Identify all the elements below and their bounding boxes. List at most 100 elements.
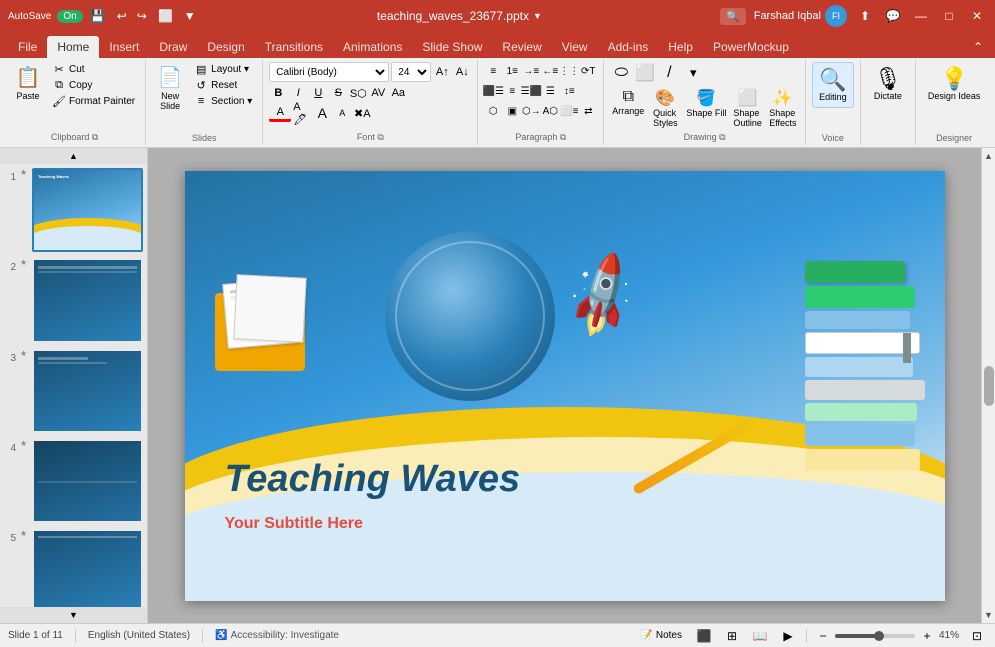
columns-button[interactable]: ⋮⋮ (560, 62, 578, 80)
paste-button[interactable]: 📋 Paste (10, 62, 46, 105)
section-button[interactable]: ≡Section ▾ (190, 94, 256, 108)
smart-art-button[interactable]: ⬡ (484, 102, 502, 120)
tab-addins[interactable]: Add-ins (598, 36, 659, 58)
increase-font-button[interactable]: A↑ (433, 63, 451, 81)
zoom-out-button[interactable]: − (815, 628, 831, 644)
slide-item-4[interactable]: 4 ★ (4, 439, 143, 523)
add-shape-button[interactable]: ▣ (503, 102, 521, 120)
slideshow-button[interactable]: ▶ (778, 626, 798, 646)
scroll-up-button[interactable]: ▲ (984, 148, 993, 164)
bullets-button[interactable]: ≡ (484, 62, 502, 80)
zoom-in-button[interactable]: + (919, 628, 935, 644)
bold-button[interactable]: B (269, 84, 287, 102)
increase-indent-button[interactable]: →≡ (522, 62, 540, 80)
text-size-sm-button[interactable]: A (333, 104, 351, 122)
shape-oval[interactable]: ⬭ (610, 62, 632, 84)
reading-view-button[interactable]: 📖 (750, 626, 770, 646)
tab-view[interactable]: View (552, 36, 598, 58)
editing-button[interactable]: 🔍 Editing (812, 62, 854, 108)
strikethrough-button[interactable]: S (329, 84, 347, 102)
title-dropdown-icon[interactable]: ▼ (533, 11, 542, 21)
text-shadow-para-button[interactable]: A⬡ (541, 102, 559, 120)
autosave-toggle[interactable]: On (57, 10, 82, 23)
cut-button[interactable]: ✂Cut (48, 62, 139, 77)
redo-button[interactable]: ↪ (133, 7, 151, 25)
presentation-view-icon[interactable]: ⬜ (157, 7, 175, 25)
scroll-down-button[interactable]: ▼ (984, 607, 993, 623)
collapse-ribbon-button[interactable]: ⌃ (969, 38, 987, 56)
slide-item-3[interactable]: 3 ★ (4, 349, 143, 433)
zoom-slider[interactable] (835, 634, 915, 638)
more-options-icon[interactable]: ▼ (181, 7, 199, 25)
zoom-level[interactable]: 41% (939, 630, 959, 641)
slide-panel-scroll-up[interactable]: ▲ (0, 148, 147, 164)
shape-outline-button[interactable]: ⬜ ShapeOutline (731, 86, 764, 130)
tab-design[interactable]: Design (197, 36, 254, 58)
copy-button[interactable]: ⧉Copy (48, 78, 139, 93)
slide-thumb-3[interactable] (32, 349, 143, 433)
decrease-indent-button[interactable]: ←≡ (541, 62, 559, 80)
numbering-button[interactable]: 1≡ (503, 62, 521, 80)
text-size-a-button[interactable]: A (313, 104, 331, 122)
save-icon[interactable]: 💾 (89, 7, 107, 25)
slide-item-1[interactable]: 1 ★ Teaching Waves (4, 168, 143, 252)
comments-button[interactable]: 💬 (883, 6, 903, 26)
slide-thumb-4[interactable] (32, 439, 143, 523)
tab-home[interactable]: Home (47, 36, 99, 58)
changecase-button[interactable]: Aa (389, 84, 407, 102)
justify-button[interactable]: ☰ (541, 82, 559, 100)
dictate-button[interactable]: 🎙 Dictate (867, 62, 909, 106)
font-name-select[interactable]: Calibri (Body) (269, 62, 389, 82)
tab-file[interactable]: File (8, 36, 47, 58)
align-right-button[interactable]: ☰⬛ (522, 82, 540, 100)
shadow-button[interactable]: S⬡ (349, 84, 367, 102)
decrease-font-button[interactable]: A↓ (453, 63, 471, 81)
tab-powermockup[interactable]: PowerMockup (703, 36, 799, 58)
scrollbar-thumb[interactable] (984, 366, 994, 406)
close-button[interactable]: ✕ (967, 6, 987, 26)
align-center-button[interactable]: ≡ (503, 82, 521, 100)
shape-fill-button[interactable]: 🪣 Shape Fill (684, 86, 728, 130)
tab-review[interactable]: Review (492, 36, 551, 58)
slide-thumb-2[interactable] (32, 258, 143, 342)
shape-effects-button[interactable]: ✨ ShapeEffects (767, 86, 799, 130)
design-ideas-button[interactable]: 💡 Design Ideas (922, 62, 987, 106)
maximize-button[interactable]: □ (939, 6, 959, 26)
align-left-button[interactable]: ⬛☰ (484, 82, 502, 100)
fit-to-window-button[interactable]: ⊡ (967, 626, 987, 646)
clear-format-button[interactable]: ✖A (353, 104, 371, 122)
slide-sorter-button[interactable]: ⊞ (722, 626, 742, 646)
undo-button[interactable]: ↩ (113, 7, 131, 25)
language-info[interactable]: English (United States) (88, 630, 190, 641)
quick-styles-button[interactable]: 🎨 QuickStyles (649, 86, 681, 130)
italic-button[interactable]: I (289, 84, 307, 102)
text-convert-button[interactable]: ⇄ (579, 102, 597, 120)
zoom-handle[interactable] (874, 631, 884, 641)
search-button[interactable]: 🔍 (720, 8, 746, 25)
format-painter-button[interactable]: 🖌Format Painter (48, 94, 139, 109)
notes-button[interactable]: 📝 Notes (636, 628, 686, 643)
font-size-select[interactable]: 24 (391, 62, 431, 82)
share-button[interactable]: ⬆ (855, 6, 875, 26)
slide-thumb-1[interactable]: Teaching Waves (32, 168, 143, 252)
convert-button[interactable]: ⬡→ (522, 102, 540, 120)
font-highlight-button[interactable]: A🖊 (293, 104, 311, 122)
slide-item-5[interactable]: 5 ★ (4, 529, 143, 607)
minimize-button[interactable]: — (911, 6, 931, 26)
tab-transitions[interactable]: Transitions (255, 36, 333, 58)
tab-insert[interactable]: Insert (99, 36, 149, 58)
tab-help[interactable]: Help (658, 36, 703, 58)
font-color-button[interactable]: A (269, 104, 291, 122)
tab-animations[interactable]: Animations (333, 36, 412, 58)
shape-line[interactable]: / (658, 62, 680, 84)
slide-item-2[interactable]: 2 ★ (4, 258, 143, 342)
normal-view-button[interactable]: ⬛ (694, 626, 714, 646)
reset-button[interactable]: ↺Reset (190, 78, 256, 93)
new-slide-button[interactable]: 📄 NewSlide (152, 62, 188, 115)
tab-slideshow[interactable]: Slide Show (412, 36, 492, 58)
line-spacing-button[interactable]: ↕≡ (560, 82, 578, 100)
shape-rect[interactable]: ⬜ (634, 62, 656, 84)
text-direction-button[interactable]: ⟳T (579, 62, 597, 80)
slide-thumb-5[interactable] (32, 529, 143, 607)
accessibility-button[interactable]: ♿ Accessibility: Investigate (215, 630, 339, 641)
